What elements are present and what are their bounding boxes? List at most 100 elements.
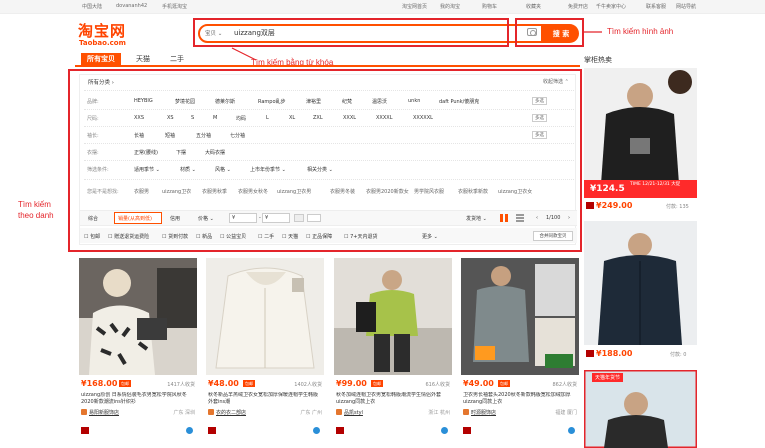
sleeve-option[interactable]: 长袖 (134, 132, 144, 139)
price-to-input[interactable]: ¥ (262, 213, 290, 223)
product-title[interactable]: 卫衣男长袖套头2020秋冬新款韩版宽松加绒加厚uizzang同款上衣 (463, 392, 577, 406)
price-confirm-button[interactable] (307, 214, 321, 222)
brand-option[interactable]: unkn (408, 98, 420, 104)
shop-name[interactable]: 衣的衣二部店 (216, 409, 246, 416)
product-title[interactable]: uizzang原创 日系情侣装毛衣男宽松学院风秋冬2020新款潮流ins针织衫 (81, 392, 195, 406)
brand-option[interactable]: 温思沃 (372, 98, 387, 105)
sleeve-option[interactable]: 短袖 (165, 132, 175, 139)
prev-page-icon[interactable]: ‹ (536, 215, 538, 221)
my-taobao-link[interactable]: 我的淘宝 (440, 3, 460, 10)
collapse-filter-button[interactable]: 收起筛选 ⌃ (543, 78, 569, 85)
list-view-icon[interactable] (516, 214, 524, 222)
suggest-link[interactable]: 衣服男秋季 (202, 188, 227, 195)
size-option[interactable]: XL (289, 115, 295, 121)
size-option[interactable]: XXS (134, 115, 144, 121)
tab-tmall[interactable]: 天猫 (129, 53, 157, 66)
open-shop-link[interactable]: 免费开店 (568, 3, 588, 10)
brand-option[interactable]: Rampo乱步 (258, 98, 286, 105)
price-from-input[interactable]: ¥ (229, 213, 257, 223)
suggest-link[interactable]: uizzang卫衣男 (277, 188, 311, 195)
cart-link[interactable]: 购物车 (482, 3, 497, 10)
shop-name[interactable]: 品凯styl (344, 409, 363, 416)
product-image[interactable] (206, 258, 324, 375)
year-season-dropdown[interactable]: 上市年份季节 ⌄ (250, 166, 286, 173)
side-product-image[interactable] (584, 221, 697, 345)
taobao-logo[interactable]: 淘宝网 (78, 20, 126, 41)
product-card[interactable]: ¥49.00 包邮 862人收货 卫衣男长袖套头2020秋冬新款韩版宽松加绒加厚… (461, 258, 579, 443)
brand-option[interactable]: HEYBIG (134, 98, 153, 104)
suggest-link[interactable]: 衣服男 (134, 188, 149, 195)
brand-option[interactable]: daft Punk/傻朋克 (439, 98, 479, 105)
sleeve-multiselect-button[interactable]: 多选 (532, 131, 547, 139)
sort-credit[interactable]: 信用 (170, 215, 180, 222)
product-card[interactable]: ¥48.00 包邮 1402人收货 秋冬新品羊羔绒卫衣女宽松加厚保暖连帽学生韩版… (206, 258, 324, 443)
style-dropdown[interactable]: 风格 ⌄ (215, 166, 231, 173)
shop-name[interactable]: 时源服饰店 (471, 409, 496, 416)
site-nav-link[interactable]: 网站导航 (676, 3, 696, 10)
size-multiselect-button[interactable]: 多选 (532, 114, 547, 122)
mobile-taobao-link[interactable]: 手机逛淘宝 (162, 3, 187, 10)
favorites-link[interactable]: 收藏夹 (526, 3, 541, 10)
tmall-checkbox[interactable]: ☐ 天猫 (282, 233, 298, 240)
price-toggle[interactable] (294, 214, 304, 222)
return-7day-checkbox[interactable]: ☐ 7+天内退货 (344, 233, 377, 240)
side-product[interactable]: ¥188.00 付款: 0 (584, 221, 697, 361)
size-option[interactable]: S (191, 115, 194, 121)
product-image[interactable] (79, 258, 197, 375)
sort-price[interactable]: 价格 ⌄ (198, 215, 214, 222)
product-title[interactable]: 秋冬加绒连帽卫衣男宽松韩版潮流学生情侣外套uizzang同款上衣 (336, 392, 450, 406)
side-product-image[interactable] (584, 68, 697, 198)
return-insurance-checkbox[interactable]: ☐ 赠送退货运费险 (108, 233, 149, 240)
suggest-link[interactable]: 衣服男冬装 (330, 188, 355, 195)
brand-option[interactable]: 梦境花园 (175, 98, 195, 105)
size-option[interactable]: ZXL (313, 115, 323, 121)
seller-center-link[interactable]: 千牛卖家中心 (596, 3, 626, 10)
size-option[interactable]: XXXXL (376, 115, 393, 121)
side-product[interactable]: ¥124.5 TIME 12/21-12/31 大促 ¥249.00 付款: 1… (584, 68, 697, 216)
grid-view-icon[interactable] (500, 214, 508, 222)
wangwang-chat-icon[interactable] (441, 427, 448, 434)
size-option[interactable]: M (213, 115, 217, 121)
product-image[interactable] (334, 258, 452, 375)
brand-option[interactable]: 德莱尔斯 (215, 98, 235, 105)
suggest-link[interactable]: uizzang卫衣女 (498, 188, 532, 195)
size-option[interactable]: XS (167, 115, 174, 121)
product-card[interactable]: ¥168.00 包邮 1417人收货 uizzang原创 日系情侣装毛衣男宽松学… (79, 258, 197, 443)
user-link[interactable]: dovananh42 (116, 3, 147, 9)
size-option[interactable]: XXXXXL (413, 115, 433, 121)
sleeve-option[interactable]: 五分袖 (196, 132, 211, 139)
product-title[interactable]: 秋冬新品羊羔绒卫衣女宽松加厚保暖连帽学生韩版外套ins潮 (208, 392, 322, 406)
size-option[interactable]: L (266, 115, 269, 121)
genuine-checkbox[interactable]: ☐ 正品保障 (306, 233, 332, 240)
product-card[interactable]: ¥99.00 包邮 616人收货 秋冬加绒连帽卫衣男宽松韩版潮流学生情侣外套ui… (334, 258, 452, 443)
hem-option[interactable]: 大码衣摆 (205, 149, 225, 156)
wangwang-chat-icon[interactable] (313, 427, 320, 434)
more-filters-dropdown[interactable]: 更多 ⌄ (422, 233, 438, 240)
tab-all-items[interactable]: 所有宝贝 (81, 53, 121, 66)
secondhand-checkbox[interactable]: ☐ 二手 (258, 233, 274, 240)
related-category-dropdown[interactable]: 相关分类 ⌄ (307, 166, 333, 173)
brand-option[interactable]: 津裕里 (306, 98, 321, 105)
next-page-icon[interactable]: › (568, 215, 570, 221)
sort-default[interactable]: 综合 (88, 215, 98, 222)
wangwang-chat-icon[interactable] (186, 427, 193, 434)
suggest-link[interactable]: 衣服男女秋冬 (238, 188, 268, 195)
tab-secondhand[interactable]: 二手 (164, 53, 190, 66)
suggest-link[interactable]: uizzang卫衣 (162, 188, 191, 195)
region-link[interactable]: 中国大陆 (82, 3, 102, 10)
size-option[interactable]: XXXL (343, 115, 356, 121)
charity-checkbox[interactable]: ☐ 公益宝贝 (220, 233, 246, 240)
size-option[interactable]: 均码 (236, 115, 246, 122)
ship-from-dropdown[interactable]: 发货地 ⌄ (466, 215, 487, 222)
suggest-link[interactable]: 衣服男2020新款女 (366, 188, 409, 195)
new-checkbox[interactable]: ☐ 新品 (196, 233, 212, 240)
shop-name[interactable]: 易阳新服饰店 (89, 409, 119, 416)
brand-option[interactable]: 纪梵 (342, 98, 352, 105)
hem-option[interactable]: 下摆 (176, 149, 186, 156)
wangwang-chat-icon[interactable] (568, 427, 575, 434)
suggest-link[interactable]: 衣服秋季新款 (458, 188, 488, 195)
suggest-link[interactable]: 男学院风衣服 (414, 188, 444, 195)
product-image[interactable] (461, 258, 579, 375)
taobao-home-link[interactable]: 淘宝网首页 (402, 3, 427, 10)
customer-service-link[interactable]: 联系客服 (646, 3, 666, 10)
